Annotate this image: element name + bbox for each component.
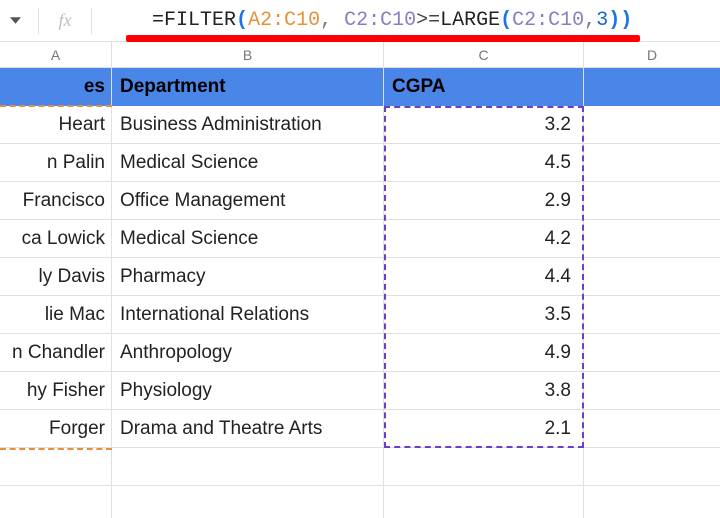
cell-dept[interactable]: Office Management — [112, 182, 384, 219]
cell-empty[interactable] — [584, 68, 720, 106]
cell-dept[interactable]: Business Administration — [112, 106, 384, 143]
table-row: Heart Business Administration 3.2 — [0, 106, 720, 144]
cell-empty[interactable] — [584, 106, 720, 143]
cell-name[interactable]: Forger — [0, 410, 112, 447]
formula-func-large: LARGE — [440, 9, 500, 32]
cell-empty[interactable] — [384, 486, 584, 518]
cell-name[interactable]: n Palin — [0, 144, 112, 181]
cell-name[interactable]: ca Lowick — [0, 220, 112, 257]
chevron-down-icon — [10, 15, 21, 26]
cell-cgpa[interactable]: 3.2 — [384, 106, 584, 143]
annotation-underline — [126, 35, 640, 42]
cell-dept[interactable]: Physiology — [112, 372, 384, 409]
cell-empty[interactable] — [584, 258, 720, 295]
cell-empty[interactable] — [584, 296, 720, 333]
cell-dept[interactable]: International Relations — [112, 296, 384, 333]
cell-empty[interactable] — [584, 372, 720, 409]
cell-empty[interactable] — [584, 448, 720, 485]
cell-dept[interactable]: Anthropology — [112, 334, 384, 371]
table-row: ly Davis Pharmacy 4.4 — [0, 258, 720, 296]
cell-empty[interactable] — [384, 448, 584, 485]
range-a: A2:C10 — [248, 9, 320, 32]
table-row: n Palin Medical Science 4.5 — [0, 144, 720, 182]
cell-name[interactable]: lie Mac — [0, 296, 112, 333]
cell-empty[interactable] — [584, 182, 720, 219]
cell-dept[interactable]: Medical Science — [112, 144, 384, 181]
cell-empty[interactable] — [584, 144, 720, 181]
cell-name[interactable]: Francisco — [0, 182, 112, 219]
cell-name[interactable]: Heart — [0, 106, 112, 143]
cell-name[interactable]: ly Davis — [0, 258, 112, 295]
formula-eq: = — [152, 9, 164, 32]
cell-cgpa[interactable]: 3.8 — [384, 372, 584, 409]
cell-dept[interactable]: Medical Science — [112, 220, 384, 257]
table-row: Forger Drama and Theatre Arts 2.1 — [0, 410, 720, 448]
cell-name[interactable]: hy Fisher — [0, 372, 112, 409]
cell-empty[interactable] — [112, 448, 384, 485]
formula-input[interactable]: =FILTER(A2:C10, C2:C10>=LARGE(C2:C10,3)) — [100, 0, 714, 57]
cell-dept[interactable]: Pharmacy — [112, 258, 384, 295]
cell-cgpa[interactable]: 2.9 — [384, 182, 584, 219]
range-outline-a-top — [0, 105, 112, 107]
cell-cgpa[interactable]: 4.2 — [384, 220, 584, 257]
cell-empty[interactable] — [0, 486, 112, 518]
cell-cgpa[interactable]: 4.9 — [384, 334, 584, 371]
comma: , — [320, 9, 344, 32]
cell-cgpa[interactable]: 4.4 — [384, 258, 584, 295]
table-row: n Chandler Anthropology 4.9 — [0, 334, 720, 372]
name-box-dropdown[interactable] — [0, 15, 30, 26]
table-header-row: es Department CGPA — [0, 68, 720, 106]
paren-open-inner: ( — [500, 9, 512, 32]
op-ge: >= — [416, 9, 440, 32]
range-c: C2:C10 — [344, 9, 416, 32]
range-outline-a-bottom — [0, 448, 112, 450]
cell-cgpa[interactable]: 2.1 — [384, 410, 584, 447]
paren-close-inner: ) — [608, 9, 620, 32]
arg-num: 3 — [596, 9, 608, 32]
col-header-A[interactable]: A — [0, 42, 112, 67]
header-cgpa[interactable]: CGPA — [384, 68, 584, 106]
header-department[interactable]: Department — [112, 68, 384, 106]
divider — [91, 8, 92, 34]
cell-empty[interactable] — [584, 334, 720, 371]
header-names[interactable]: es — [0, 68, 112, 106]
cell-name[interactable]: n Chandler — [0, 334, 112, 371]
cell-cgpa[interactable]: 4.5 — [384, 144, 584, 181]
fx-label: fx — [47, 10, 83, 31]
cell-dept[interactable]: Drama and Theatre Arts — [112, 410, 384, 447]
divider — [38, 8, 39, 34]
cell-empty[interactable] — [584, 410, 720, 447]
cell-empty[interactable] — [584, 486, 720, 518]
empty-row — [0, 448, 720, 486]
table-row: ca Lowick Medical Science 4.2 — [0, 220, 720, 258]
cell-cgpa[interactable]: 3.5 — [384, 296, 584, 333]
grid: es Department CGPA Heart Business Admini… — [0, 68, 720, 518]
cell-empty[interactable] — [584, 220, 720, 257]
paren-close: ) — [620, 9, 632, 32]
table-row: lie Mac International Relations 3.5 — [0, 296, 720, 334]
cell-empty[interactable] — [112, 486, 384, 518]
comma-2: , — [584, 9, 596, 32]
table-row: Francisco Office Management 2.9 — [0, 182, 720, 220]
formula-func-filter: FILTER — [164, 9, 236, 32]
table-row: hy Fisher Physiology 3.8 — [0, 372, 720, 410]
paren-open: ( — [236, 9, 248, 32]
cell-empty[interactable] — [0, 448, 112, 485]
range-c-2: C2:C10 — [512, 9, 584, 32]
empty-row — [0, 486, 720, 518]
